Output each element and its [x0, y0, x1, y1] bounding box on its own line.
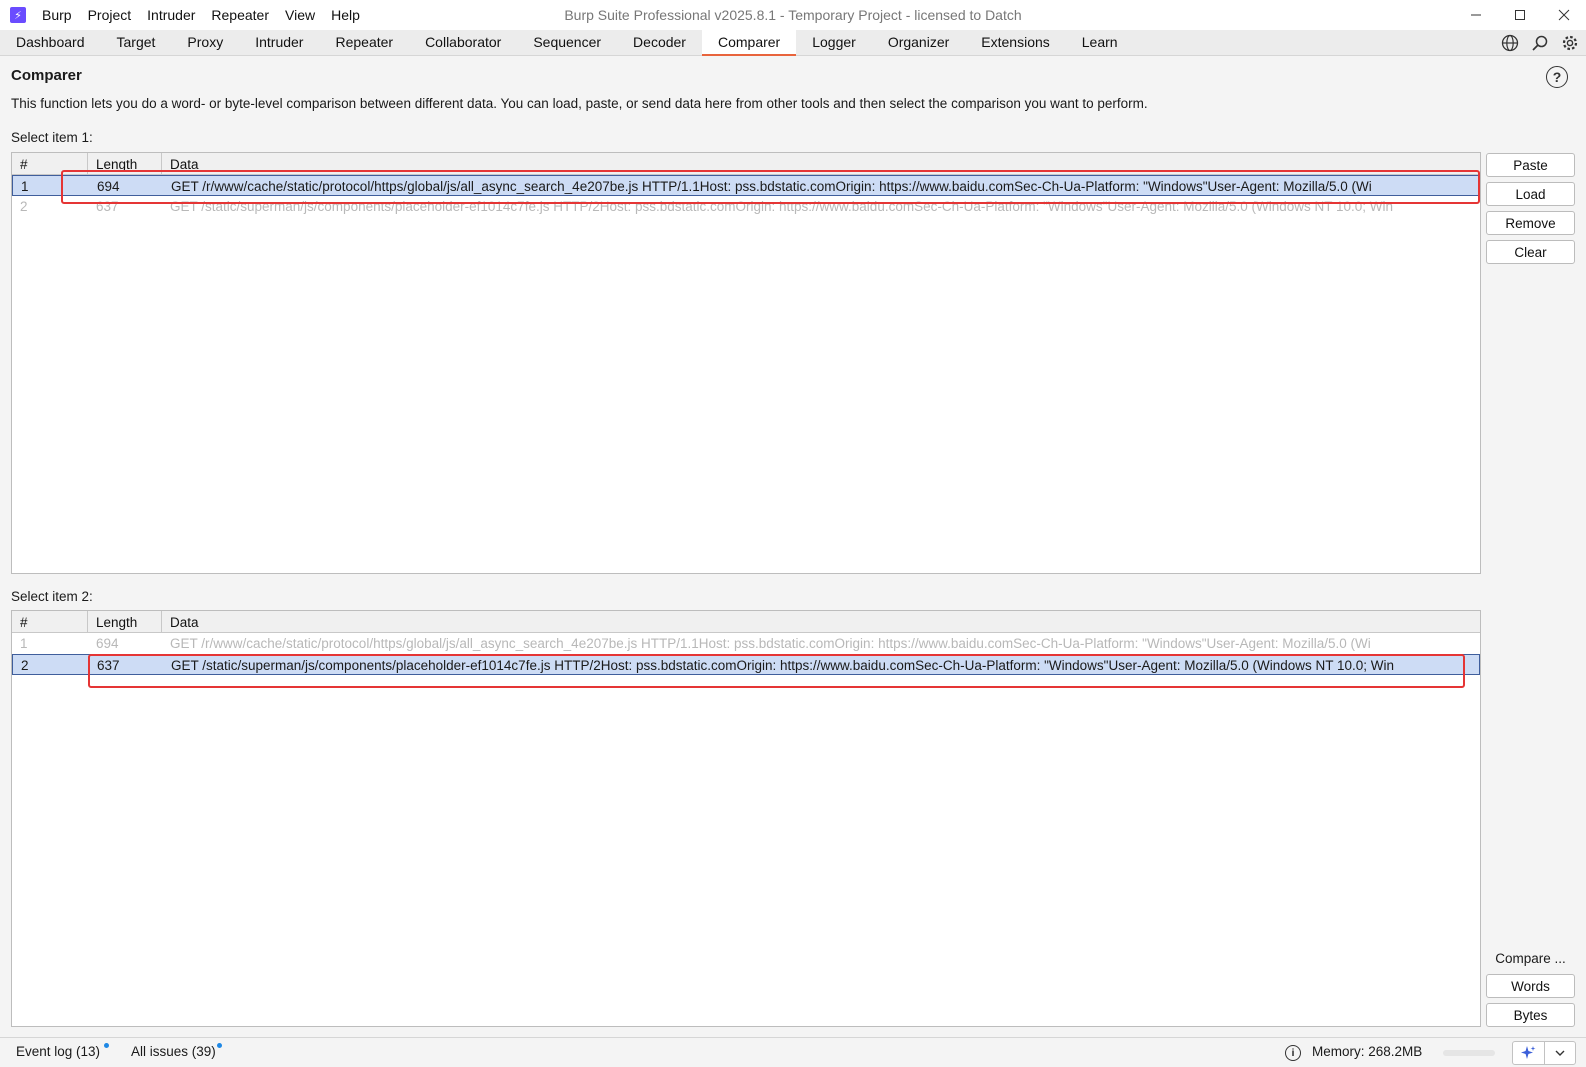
menu-help[interactable]: Help	[323, 0, 368, 30]
globe-icon[interactable]	[1500, 33, 1520, 53]
status-bar: Event log (13) All issues (39) i Memory:…	[0, 1037, 1586, 1067]
main-tab-bar: Dashboard Target Proxy Intruder Repeater…	[0, 30, 1586, 56]
column-data[interactable]: Data	[162, 611, 1480, 632]
tab-sequencer[interactable]: Sequencer	[517, 30, 617, 55]
tab-intruder[interactable]: Intruder	[239, 30, 319, 55]
help-icon[interactable]: ?	[1546, 66, 1568, 88]
maximize-icon[interactable]	[1498, 0, 1542, 30]
row-length: 694	[97, 179, 120, 194]
window-controls	[1454, 0, 1586, 30]
remove-button[interactable]: Remove	[1486, 211, 1575, 235]
menu-project[interactable]: Project	[80, 0, 140, 30]
row-data: GET /r/www/cache/static/protocol/https/g…	[171, 179, 1372, 194]
row-data: GET /r/www/cache/static/protocol/https/g…	[170, 636, 1371, 651]
row-num: 1	[21, 179, 29, 194]
tab-repeater[interactable]: Repeater	[319, 30, 409, 55]
menu-bar: Burp Project Intruder Repeater View Help	[34, 0, 368, 30]
table-header: # Length Data	[12, 153, 1480, 175]
tab-extensions[interactable]: Extensions	[965, 30, 1065, 55]
close-icon[interactable]	[1542, 0, 1586, 30]
tab-dashboard[interactable]: Dashboard	[0, 30, 101, 55]
select-item-1-label: Select item 1:	[11, 130, 93, 145]
tab-collaborator[interactable]: Collaborator	[409, 30, 517, 55]
words-button[interactable]: Words	[1486, 974, 1575, 998]
search-icon[interactable]	[1530, 33, 1550, 53]
title-bar: ⚡ Burp Project Intruder Repeater View He…	[0, 0, 1586, 30]
info-icon: i	[1285, 1045, 1301, 1061]
memory-bar	[1443, 1050, 1495, 1056]
bytes-button[interactable]: Bytes	[1486, 1003, 1575, 1027]
menu-view[interactable]: View	[277, 0, 323, 30]
column-data[interactable]: Data	[162, 153, 1480, 174]
paste-button[interactable]: Paste	[1486, 153, 1575, 177]
row-data: GET /static/superman/js/components/place…	[170, 199, 1394, 214]
table-header: # Length Data	[12, 611, 1480, 633]
tab-bar-icons	[1500, 30, 1580, 56]
tab-organizer[interactable]: Organizer	[872, 30, 965, 55]
page-title: Comparer	[11, 67, 82, 84]
clear-button[interactable]: Clear	[1486, 240, 1575, 264]
tab-decoder[interactable]: Decoder	[617, 30, 702, 55]
tab-logger[interactable]: Logger	[796, 30, 872, 55]
memory-usage: Memory: 268.2MB	[1312, 1044, 1423, 1059]
menu-repeater[interactable]: Repeater	[203, 0, 277, 30]
gear-icon[interactable]	[1560, 33, 1580, 53]
sparkle-icon[interactable]	[1513, 1042, 1544, 1064]
row-num: 2	[21, 658, 29, 673]
load-button[interactable]: Load	[1486, 182, 1575, 206]
row-length: 637	[97, 658, 120, 673]
chevron-down-icon[interactable]	[1543, 1042, 1576, 1064]
item-2-table[interactable]: # Length Data 1 694 GET /r/www/cache/sta…	[11, 610, 1481, 1027]
column-num[interactable]: #	[12, 611, 88, 632]
compare-label: Compare ...	[1495, 951, 1566, 966]
table-row[interactable]: 1 694 GET /r/www/cache/static/protocol/h…	[12, 175, 1480, 196]
menu-intruder[interactable]: Intruder	[139, 0, 203, 30]
table-row[interactable]: 2 637 GET /static/superman/js/components…	[12, 654, 1480, 675]
row-num: 1	[20, 636, 28, 651]
table-row[interactable]: 1 694 GET /r/www/cache/static/protocol/h…	[12, 633, 1480, 654]
column-length[interactable]: Length	[88, 153, 162, 174]
row-length: 694	[96, 636, 119, 651]
row-length: 637	[96, 199, 119, 214]
all-issues-link[interactable]: All issues (39)	[131, 1044, 216, 1059]
page-description: This function lets you do a word- or byt…	[11, 96, 1148, 111]
select-item-2-label: Select item 2:	[11, 589, 93, 604]
menu-burp[interactable]: Burp	[34, 0, 80, 30]
row-data: GET /static/superman/js/components/place…	[171, 658, 1395, 673]
burp-logo-icon: ⚡	[10, 7, 26, 23]
ai-assistant-button[interactable]	[1512, 1041, 1576, 1065]
tab-proxy[interactable]: Proxy	[171, 30, 239, 55]
event-log-link[interactable]: Event log (13)	[16, 1044, 100, 1059]
column-length[interactable]: Length	[88, 611, 162, 632]
column-num[interactable]: #	[12, 153, 88, 174]
issues-notification-dot	[217, 1043, 222, 1048]
item-1-table[interactable]: # Length Data 1 694 GET /r/www/cache/sta…	[11, 152, 1481, 574]
table-row[interactable]: 2 637 GET /static/superman/js/components…	[12, 196, 1480, 217]
event-log-notification-dot	[104, 1043, 109, 1048]
tab-learn[interactable]: Learn	[1066, 30, 1134, 55]
minimize-icon[interactable]	[1454, 0, 1498, 30]
tab-target[interactable]: Target	[101, 30, 172, 55]
row-num: 2	[20, 199, 28, 214]
tab-comparer[interactable]: Comparer	[701, 30, 797, 56]
